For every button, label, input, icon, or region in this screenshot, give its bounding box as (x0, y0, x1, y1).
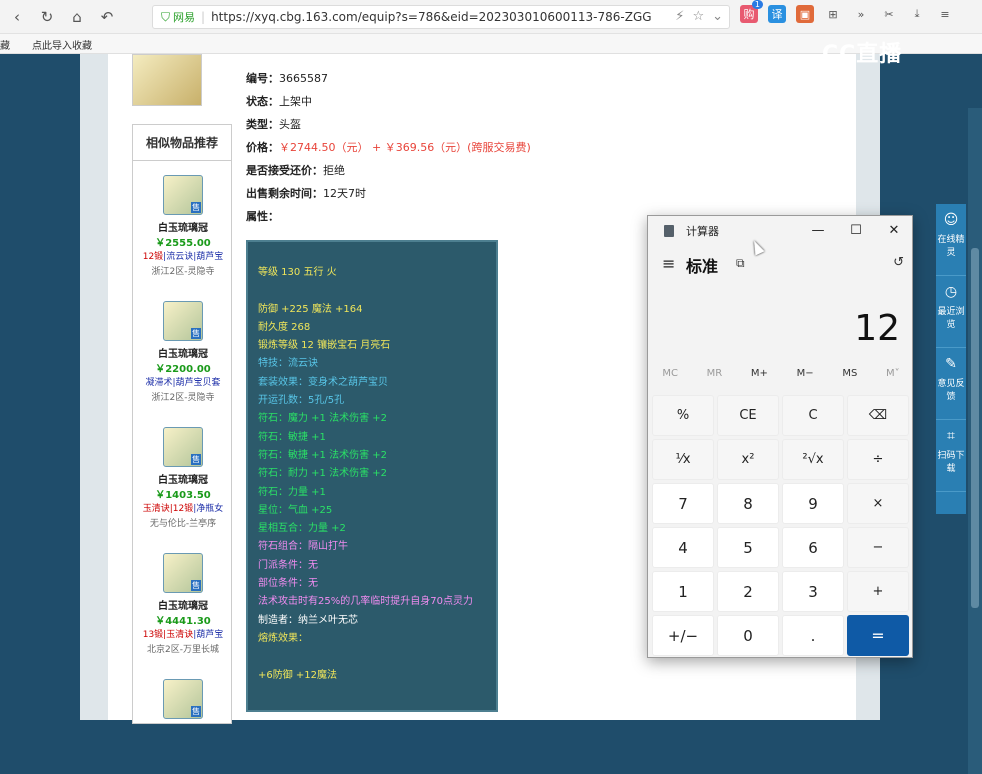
game-icon[interactable]: ▣ (796, 5, 814, 23)
digit-7-button[interactable]: 7 (652, 483, 714, 524)
remaining-time-row: 出售剩余时间：12天7时 (246, 187, 366, 200)
feedback-button[interactable]: ✎ 意见反馈 (936, 348, 966, 420)
url-site-label: 网易 (173, 11, 196, 24)
download-icon[interactable]: ⤓ (908, 5, 926, 23)
similar-item[interactable]: 售 (133, 679, 233, 719)
item-icon[interactable]: 售 (163, 553, 203, 593)
grid-icon[interactable]: ⊞ (824, 5, 842, 23)
undo-icon[interactable]: ↶ (94, 4, 120, 30)
memory-list-button[interactable]: M˅ (886, 368, 900, 388)
clear-entry-button[interactable]: CE (717, 395, 779, 436)
similar-item[interactable]: 售 白玉琉璃冠 ￥2200.00 凝滞术|葫芦宝贝套 浙江2区-灵隐寺 (133, 301, 233, 403)
attribute-box: 等级 130 五行 火 防御 +225 魔法 +164 耐久度 268 锻炼等级… (246, 240, 498, 712)
assistant-icon: ☺ (943, 212, 959, 228)
reciprocal-button[interactable]: ¹⁄x (652, 439, 714, 480)
mc-button[interactable]: MC (662, 368, 678, 388)
multiply-button[interactable]: × (847, 483, 909, 524)
history-icon[interactable]: ↺ (893, 255, 904, 270)
extension-icon[interactable]: 购1 (740, 0, 763, 23)
watermark-logo: CC直播 (822, 42, 903, 67)
calculator-titlebar[interactable]: 计算器 — ☐ ✕ (648, 216, 912, 246)
digit-4-button[interactable]: 4 (652, 527, 714, 568)
back-icon[interactable]: ‹ (4, 4, 30, 30)
edit-icon: ✎ (945, 356, 957, 372)
backspace-button[interactable]: ⌫ (847, 395, 909, 436)
star-icon[interactable]: ☆ (692, 9, 704, 24)
float-panel: ☺ 在线精灵 ◷ 最近浏览 ✎ 意见反馈 ⌗ 扫码下载 (936, 204, 966, 514)
calculator-window: 计算器 — ☐ ✕ ≡ 标准 ⧉ ↺ 12 MC MR M+ M− MS M˅ … (647, 215, 913, 658)
minimize-icon[interactable]: — (810, 223, 826, 238)
browser-toolbar: ‹ ↻ ⌂ ↶ ⛉ 网易 | https://xyq.cbg.163.com/e… (0, 0, 982, 34)
price-row: 价格：￥2744.50（元） + ￥369.56（元）(跨服交易费) (246, 141, 531, 154)
memory-row: MC MR M+ M− MS M˅ (648, 368, 914, 388)
online-assistant-button[interactable]: ☺ 在线精灵 (936, 204, 966, 276)
digit-3-button[interactable]: 3 (782, 571, 844, 612)
hamburger-menu-icon[interactable]: ≡ (662, 254, 675, 273)
chevron-down-icon[interactable]: ⌄ (712, 9, 723, 24)
item-icon[interactable]: 售 (163, 301, 203, 341)
recent-browse-button[interactable]: ◷ 最近浏览 (936, 276, 966, 348)
mr-button[interactable]: MR (707, 368, 723, 388)
sqrt-button[interactable]: ²√x (782, 439, 844, 480)
calculator-display: 12 (854, 308, 900, 349)
extensions-area: 购1 译 ▣ ⊞ » ✂ ⤓ ≡ (740, 0, 954, 23)
clear-button[interactable]: C (782, 395, 844, 436)
calculator-mode: 标准 (686, 257, 719, 276)
type-row: 类型：头盔 (246, 118, 301, 131)
translate-icon[interactable]: 译 (768, 5, 786, 23)
similar-item[interactable]: 售 白玉琉璃冠 ￥2555.00 12锻|流云诀|葫芦宝 浙江2区-灵隐寺 (133, 175, 233, 277)
digit-0-button[interactable]: 0 (717, 615, 779, 656)
bolt-icon[interactable]: ⚡ (675, 9, 684, 24)
bookmark-import[interactable]: 点此导入收藏 (32, 37, 92, 52)
maximize-icon[interactable]: ☐ (848, 223, 864, 238)
calculator-title: 计算器 (686, 225, 719, 238)
similar-items-panel: 相似物品推荐 售 白玉琉璃冠 ￥2555.00 12锻|流云诀|葫芦宝 浙江2区… (132, 124, 232, 724)
digit-6-button[interactable]: 6 (782, 527, 844, 568)
ms-button[interactable]: MS (842, 368, 857, 388)
divide-button[interactable]: ÷ (847, 439, 909, 480)
item-icon[interactable]: 售 (163, 175, 203, 215)
negate-button[interactable]: +/− (652, 615, 714, 656)
scan-icon: ⌗ (947, 428, 955, 444)
subtract-button[interactable]: − (847, 527, 909, 568)
m-plus-button[interactable]: M+ (751, 368, 768, 388)
clock-icon: ◷ (944, 284, 958, 300)
scissors-icon[interactable]: ✂ (880, 5, 898, 23)
calculator-icon (664, 225, 674, 237)
calculator-keypad: % CE C ⌫ ¹⁄x x² ²√x ÷ 7 8 9 × 4 5 6 − 1 … (652, 395, 910, 656)
item-icon[interactable]: 售 (163, 427, 203, 467)
scan-download-button[interactable]: ⌗ 扫码下载 (936, 420, 966, 492)
refresh-icon[interactable]: ↻ (34, 4, 60, 30)
attribute-label: 属性： (246, 210, 279, 223)
status-row: 状态：上架中 (246, 95, 312, 108)
counter-offer-row: 是否接受还价：拒绝 (246, 164, 345, 177)
add-button[interactable]: + (847, 571, 909, 612)
serial-row: 编号：3665587 (246, 72, 328, 85)
scroll-thumb[interactable] (971, 248, 979, 608)
more-icon[interactable]: » (852, 5, 870, 23)
shield-icon: ⛉ (161, 9, 171, 24)
m-minus-button[interactable]: M− (797, 368, 814, 388)
square-button[interactable]: x² (717, 439, 779, 480)
item-image (132, 54, 202, 106)
address-bar[interactable]: ⛉ 网易 | https://xyq.cbg.163.com/equip?s=7… (152, 5, 730, 29)
menu-icon[interactable]: ≡ (936, 5, 954, 23)
similar-item[interactable]: 售 白玉琉璃冠 ￥1403.50 玉清诀|12锻|净瓶女 无与伦比-兰亭序 (133, 427, 233, 529)
percent-button[interactable]: % (652, 395, 714, 436)
similar-title: 相似物品推荐 (133, 125, 231, 161)
digit-2-button[interactable]: 2 (717, 571, 779, 612)
url-text[interactable]: https://xyq.cbg.163.com/equip?s=786&eid=… (211, 10, 651, 24)
equals-button[interactable]: = (847, 615, 909, 656)
decimal-button[interactable]: . (782, 615, 844, 656)
digit-8-button[interactable]: 8 (717, 483, 779, 524)
page-scrollbar[interactable] (968, 108, 982, 774)
digit-5-button[interactable]: 5 (717, 527, 779, 568)
home-icon[interactable]: ⌂ (64, 4, 90, 30)
item-icon[interactable]: 售 (163, 679, 203, 719)
keep-on-top-icon[interactable]: ⧉ (736, 256, 745, 271)
digit-1-button[interactable]: 1 (652, 571, 714, 612)
close-icon[interactable]: ✕ (886, 223, 902, 238)
digit-9-button[interactable]: 9 (782, 483, 844, 524)
similar-item[interactable]: 售 白玉琉璃冠 ￥4441.30 13锻|玉清诀|葫芦宝 北京2区-万里长城 (133, 553, 233, 655)
